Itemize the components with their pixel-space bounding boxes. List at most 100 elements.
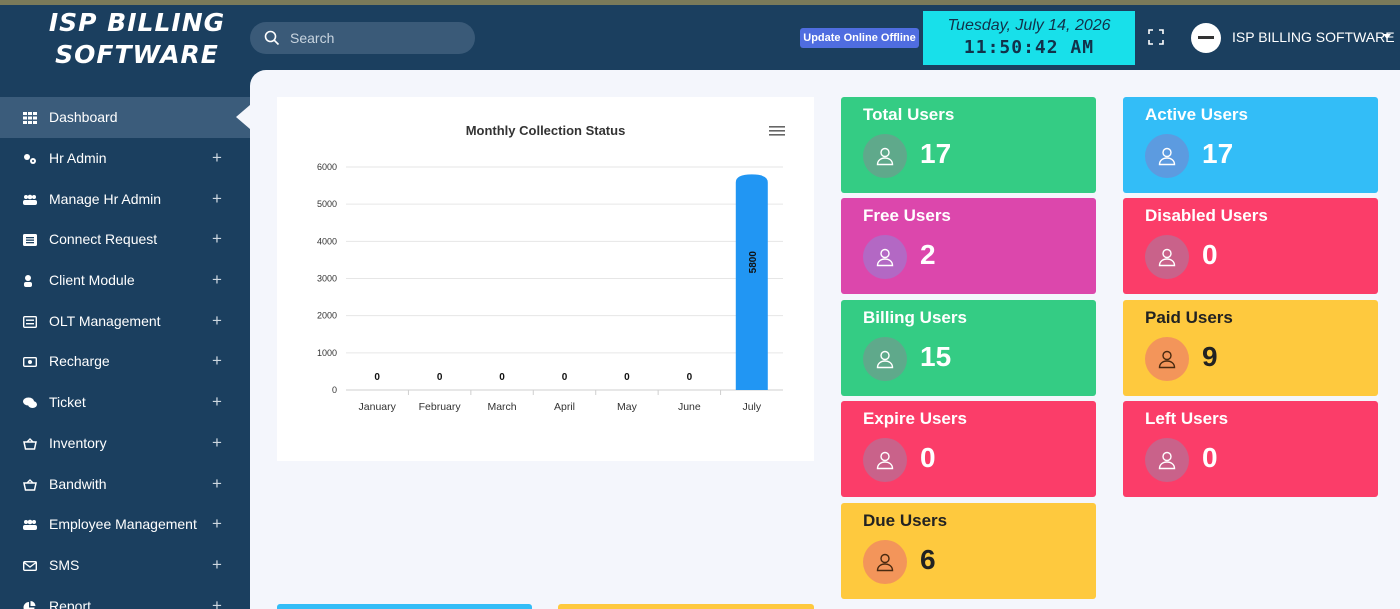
money-icon bbox=[22, 355, 38, 368]
basket-icon bbox=[23, 437, 37, 450]
user-icon bbox=[1145, 337, 1189, 381]
stat-value: 2 bbox=[920, 239, 936, 270]
app-logo[interactable]: ISP BILLING SOFTWARE bbox=[40, 7, 234, 71]
sidebar-item-label: Report bbox=[49, 597, 92, 609]
stat-card-active-users[interactable]: Active Users 17 bbox=[1123, 97, 1378, 193]
sidebar-item-recharge[interactable]: Recharge + bbox=[0, 341, 250, 382]
main-content: Monthly Collection Status 0 1000 2000 3000 4… bbox=[250, 70, 1400, 609]
expand-icon[interactable]: + bbox=[212, 229, 222, 249]
sidebar-item-label: Bandwith bbox=[49, 475, 107, 492]
stat-label: Active Users bbox=[1145, 105, 1249, 124]
sidebar: Dashboard Hr Admin + Manage Hr Admin + Connec… bbox=[0, 97, 250, 609]
data-label: 0 bbox=[437, 372, 443, 383]
user-icon bbox=[23, 274, 37, 288]
sidebar-item-label: Hr Admin bbox=[49, 150, 107, 167]
list-icon bbox=[23, 233, 37, 247]
expand-icon[interactable]: + bbox=[212, 433, 222, 453]
bar-july[interactable] bbox=[735, 174, 768, 390]
data-label: 0 bbox=[687, 372, 693, 383]
basket-icon bbox=[23, 478, 37, 491]
stat-value: 0 bbox=[920, 442, 936, 473]
sidebar-item-label: Client Module bbox=[49, 272, 135, 289]
stat-label: Total Users bbox=[863, 105, 955, 124]
sidebar-item-dashboard[interactable]: Dashboard bbox=[0, 97, 250, 138]
y-tick-label: 6000 bbox=[317, 162, 337, 172]
stat-card-free-users[interactable]: Free Users 2 bbox=[841, 198, 1096, 294]
sidebar-item-label: Ticket bbox=[49, 394, 86, 411]
stat-value: 17 bbox=[1202, 138, 1234, 169]
stat-value: 0 bbox=[1202, 442, 1218, 473]
fullscreen-icon[interactable] bbox=[1148, 29, 1164, 45]
user-icon bbox=[863, 337, 907, 381]
stat-value: 0 bbox=[1202, 239, 1218, 270]
sidebar-item-sms[interactable]: SMS + bbox=[0, 545, 250, 586]
stat-value: 15 bbox=[920, 341, 952, 372]
data-label: 5800 bbox=[748, 251, 759, 274]
stat-card-left-users[interactable]: Left Users 0 bbox=[1123, 401, 1378, 497]
monthly-collection-chart: Monthly Collection Status 0 1000 2000 3000 4… bbox=[277, 97, 814, 461]
sidebar-item-employee-management[interactable]: Employee Management + bbox=[0, 504, 250, 545]
expand-icon[interactable]: + bbox=[212, 514, 222, 534]
sidebar-item-connect-request[interactable]: Connect Request + bbox=[0, 219, 250, 260]
search-input[interactable]: Search bbox=[250, 22, 475, 54]
stat-label: Billing Users bbox=[863, 308, 967, 327]
x-tick-label: July bbox=[742, 401, 761, 413]
stat-card-total-users[interactable]: Total Users 17 bbox=[841, 97, 1096, 193]
sidebar-item-label: SMS bbox=[49, 556, 80, 573]
x-tick-label: February bbox=[419, 401, 462, 413]
update-online-offline-button[interactable]: Update Online Offline bbox=[800, 28, 919, 48]
stat-value: 17 bbox=[920, 138, 952, 169]
user-icon bbox=[1145, 235, 1189, 279]
chevron-down-icon[interactable] bbox=[1383, 34, 1391, 39]
comments-icon bbox=[23, 396, 37, 409]
expand-icon[interactable]: + bbox=[212, 555, 222, 575]
sidebar-item-manage-hr-admin[interactable]: Manage Hr Admin + bbox=[0, 178, 250, 219]
stat-label: Paid Users bbox=[1145, 308, 1233, 327]
sidebar-item-inventory[interactable]: Inventory + bbox=[0, 423, 250, 464]
x-tick-label: May bbox=[617, 401, 638, 413]
sidebar-item-label: Connect Request bbox=[49, 231, 158, 248]
stat-card-billing-users[interactable]: Billing Users 15 bbox=[841, 300, 1096, 396]
avatar[interactable] bbox=[1191, 23, 1221, 53]
stat-label: Disabled Users bbox=[1145, 206, 1268, 225]
sidebar-item-hr-admin[interactable]: Hr Admin + bbox=[0, 138, 250, 179]
sidebar-item-label: OLT Management bbox=[49, 312, 161, 329]
sidebar-item-bandwith[interactable]: Bandwith + bbox=[0, 463, 250, 504]
expand-icon[interactable]: + bbox=[212, 474, 222, 494]
envelope-icon bbox=[22, 559, 38, 571]
expand-icon[interactable]: + bbox=[212, 351, 222, 371]
stat-card-paid-users[interactable]: Paid Users 9 bbox=[1123, 300, 1378, 396]
stat-card-disabled-users[interactable]: Disabled Users 0 bbox=[1123, 198, 1378, 294]
sidebar-item-client-module[interactable]: Client Module + bbox=[0, 260, 250, 301]
stat-value: 9 bbox=[1202, 341, 1218, 372]
expand-icon[interactable]: + bbox=[212, 392, 222, 412]
expand-icon[interactable]: + bbox=[212, 596, 222, 609]
stat-card-due-users[interactable]: Due Users 6 bbox=[841, 503, 1096, 599]
y-tick-label: 1000 bbox=[317, 348, 337, 358]
stat-card-expire-users[interactable]: Expire Users 0 bbox=[841, 401, 1096, 497]
sidebar-item-olt-management[interactable]: OLT Management + bbox=[0, 300, 250, 341]
y-tick-label: 5000 bbox=[317, 199, 337, 209]
stat-label: Expire Users bbox=[863, 409, 967, 428]
sidebar-item-label: Inventory bbox=[49, 434, 107, 451]
user-icon bbox=[863, 540, 907, 584]
top-header: ISP BILLING SOFTWARE Search Update Onlin… bbox=[0, 5, 1400, 70]
expand-icon[interactable]: + bbox=[212, 148, 222, 168]
sidebar-item-label: Employee Management bbox=[49, 516, 197, 533]
pie-icon bbox=[23, 600, 37, 609]
x-tick-label: June bbox=[678, 401, 701, 413]
expand-icon[interactable]: + bbox=[212, 189, 222, 209]
x-tick-label: March bbox=[487, 401, 516, 413]
bottom-card-edge bbox=[558, 604, 814, 609]
data-label: 0 bbox=[624, 372, 630, 383]
current-time: 11:50:42 AM bbox=[963, 37, 1095, 58]
user-icon bbox=[863, 134, 907, 178]
expand-icon[interactable]: + bbox=[212, 270, 222, 290]
user-icon bbox=[1145, 134, 1189, 178]
grid-icon bbox=[23, 111, 37, 125]
user-icon bbox=[1145, 438, 1189, 482]
sidebar-item-ticket[interactable]: Ticket + bbox=[0, 382, 250, 423]
expand-icon[interactable]: + bbox=[212, 311, 222, 331]
sidebar-item-report[interactable]: Report + bbox=[0, 585, 250, 609]
profile-name[interactable]: ISP BILLING SOFTWARE bbox=[1232, 29, 1395, 45]
